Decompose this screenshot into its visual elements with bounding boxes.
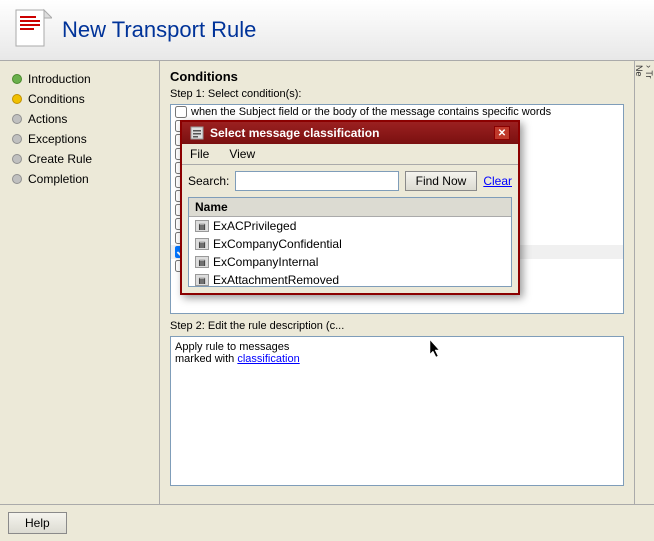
sidebar-item-exceptions[interactable]: Exceptions	[0, 129, 159, 149]
sidebar-label-exceptions: Exceptions	[28, 132, 87, 146]
modal-list-item-m1[interactable]: ▤ ExACPrivileged	[189, 217, 511, 235]
sidebar-dot-introduction	[12, 74, 22, 84]
modal-clear-link[interactable]: Clear	[483, 174, 512, 188]
item-icon-m4: ▤	[195, 274, 209, 286]
modal-search-label: Search:	[188, 174, 229, 188]
modal-search-row: Search: Find Now Clear	[188, 171, 512, 191]
sidebar-item-actions[interactable]: Actions	[0, 109, 159, 129]
sidebar-dot-exceptions	[12, 134, 22, 144]
modal-close-button[interactable]: ✕	[494, 126, 510, 140]
sidebar-dot-conditions	[12, 94, 22, 104]
sidebar-dot-actions	[12, 114, 22, 124]
sidebar-label-introduction: Introduction	[28, 72, 91, 86]
conditions-section-title: Conditions	[170, 69, 624, 84]
sidebar-label-create-rule: Create Rule	[28, 152, 92, 166]
condition-checkbox-c1[interactable]	[175, 106, 187, 118]
modal-list-header: Name	[189, 198, 511, 217]
modal-search-input[interactable]	[235, 171, 398, 191]
title-bar: New Transport Rule	[0, 0, 654, 61]
sidebar-label-completion: Completion	[28, 172, 89, 186]
item-icon-m1: ▤	[195, 220, 209, 232]
modal-list: Name ▤ ExACPrivileged ▤ ExCompanyConfide…	[188, 197, 512, 287]
step1-label: Step 1: Select condition(s):	[170, 88, 624, 100]
step2-box: Apply rule to messages marked with class…	[170, 336, 624, 486]
step2-line1: Apply rule to messages	[175, 341, 619, 353]
step2-label: Step 2: Edit the rule description (c...	[170, 320, 624, 332]
footer: Help	[0, 504, 654, 540]
modal-dialog: Select message classification ✕ File Vie…	[180, 120, 520, 295]
help-button[interactable]: Help	[8, 512, 67, 534]
modal-list-item-m4[interactable]: ▤ ExAttachmentRemoved	[189, 271, 511, 287]
modal-title-area: Select message classification	[190, 126, 379, 140]
condition-label-c1: when the Subject field or the body of th…	[191, 106, 551, 118]
modal-find-now-button[interactable]: Find Now	[405, 171, 478, 191]
item-icon-m3: ▤	[195, 256, 209, 268]
modal-body: Search: Find Now Clear Name ▤ ExACPrivil…	[182, 165, 518, 293]
modal-menubar: File View	[182, 144, 518, 165]
modal-item-label-m2: ExCompanyConfidential	[213, 237, 342, 251]
sidebar-dot-create-rule	[12, 154, 22, 164]
sidebar-item-completion[interactable]: Completion	[0, 169, 159, 189]
modal-menu-view[interactable]: View	[225, 146, 259, 162]
modal-icon	[190, 126, 204, 140]
modal-list-item-m2[interactable]: ▤ ExCompanyConfidential	[189, 235, 511, 253]
item-icon-m2: ▤	[195, 238, 209, 250]
sidebar-label-conditions: Conditions	[28, 92, 85, 106]
modal-item-label-m4: ExAttachmentRemoved	[213, 273, 339, 287]
modal-titlebar: Select message classification ✕	[182, 122, 518, 144]
sidebar-label-actions: Actions	[28, 112, 67, 126]
modal-title-text: Select message classification	[210, 126, 379, 140]
sidebar-item-introduction[interactable]: Introduction	[0, 69, 159, 89]
sidebar-dot-completion	[12, 174, 22, 184]
right-panel-tr: › Tr	[644, 65, 654, 504]
app-icon	[12, 8, 52, 52]
step2-section: Step 2: Edit the rule description (c... …	[170, 320, 624, 486]
modal-item-label-m1: ExACPrivileged	[213, 219, 296, 233]
sidebar-item-create-rule[interactable]: Create Rule	[0, 149, 159, 169]
modal-item-label-m3: ExCompanyInternal	[213, 255, 318, 269]
right-panel: › Tr Ne Ne	[634, 61, 654, 504]
step2-line2: marked with classification	[175, 353, 619, 365]
page-title: New Transport Rule	[62, 17, 256, 43]
modal-menu-file[interactable]: File	[186, 146, 213, 162]
sidebar-item-conditions[interactable]: Conditions	[0, 89, 159, 109]
condition-item-c1: when the Subject field or the body of th…	[171, 105, 623, 119]
right-panel-ne1: Ne	[634, 65, 644, 504]
modal-list-item-m3[interactable]: ▤ ExCompanyInternal	[189, 253, 511, 271]
classification-link[interactable]: classification	[237, 353, 299, 365]
sidebar: Introduction Conditions Actions Exceptio…	[0, 61, 160, 504]
